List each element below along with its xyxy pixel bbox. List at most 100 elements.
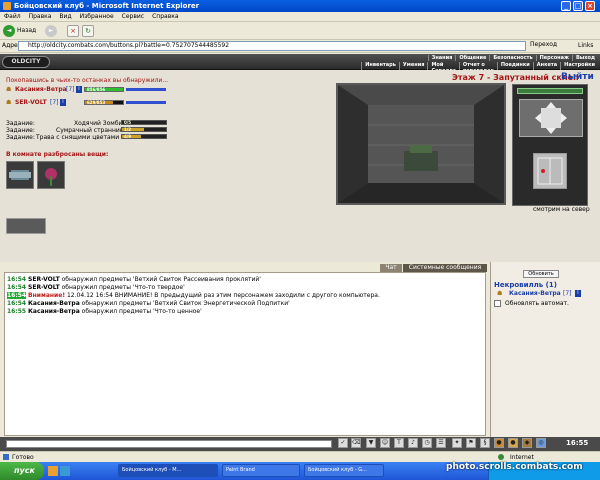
bag-icon[interactable]: ● <box>494 438 504 448</box>
chat-author[interactable]: SER-VOLT <box>28 284 60 291</box>
chat-author[interactable]: SER-VOLT <box>28 276 60 283</box>
exit-link[interactable]: Выйти <box>561 72 594 82</box>
shield-icon[interactable]: ◆ <box>522 438 532 448</box>
tab-system-messages[interactable]: Системные сообщения <box>403 264 487 272</box>
scroll-icon[interactable]: § <box>480 438 490 448</box>
paw-icon[interactable]: ✦ <box>452 438 462 448</box>
player-icon: ☗ <box>497 290 503 297</box>
back-arrow-icon[interactable]: ◄ <box>3 25 15 37</box>
task-progress: 1/2 <box>121 127 167 132</box>
online-panel: Обновить Некровилль (1) ☗ Касания-Ветра … <box>490 262 600 438</box>
smile-icon[interactable]: ☺ <box>380 438 390 448</box>
task-value: 0/5 <box>124 120 132 125</box>
flag-icon[interactable]: ⚑ <box>466 438 476 448</box>
player-name[interactable]: SER-VOLT <box>15 99 47 106</box>
menu-edit[interactable]: Правка <box>25 12 56 21</box>
compass-control[interactable] <box>519 99 583 137</box>
nav-character[interactable]: Персонаж <box>535 55 572 61</box>
counter-badge[interactable] <box>6 218 46 234</box>
maximize-icon[interactable]: □ <box>573 1 583 11</box>
chat-line: 16:54 Внимание! 12.04.12 16:54 ВНИМАНИЕ!… <box>7 292 483 300</box>
chat-log[interactable]: 16:54 SER-VOLT обнаружил предметы 'Ветхи… <box>4 272 486 436</box>
globe-icon[interactable]: ◎ <box>536 438 546 448</box>
chat-text: обнаружил предметы 'Что-то твердое' <box>61 284 185 291</box>
info-icon[interactable]: i <box>60 99 66 106</box>
back-button-label[interactable]: Назад <box>17 25 41 37</box>
player-level: [7] <box>50 99 59 106</box>
chat-text: обнаружил предметы 'Что-то ценное' <box>81 308 202 315</box>
loot-item[interactable] <box>37 161 65 189</box>
menu-file[interactable]: Файл <box>0 12 25 21</box>
menu-tools[interactable]: Сервис <box>118 12 148 21</box>
task-label: Задание: <box>6 127 35 134</box>
menu-help[interactable]: Справка <box>148 12 182 21</box>
map-slider[interactable] <box>517 88 583 94</box>
flower-icon <box>45 168 57 186</box>
info-icon[interactable]: i <box>76 86 82 93</box>
watermark-text: photo.scrolls.combats.com <box>446 462 583 472</box>
close-icon[interactable]: × <box>585 1 595 11</box>
nav-knowledge[interactable]: Знания <box>427 55 456 61</box>
forward-arrow-icon[interactable]: ► <box>45 25 57 37</box>
online-player-name[interactable]: Касания-Ветра <box>509 290 561 297</box>
quicklaunch-icon[interactable] <box>60 466 70 476</box>
send-icon[interactable]: ✓ <box>338 438 348 448</box>
items-heading: В комнате разбросаны вещи: <box>6 151 109 158</box>
chat-time: 16:54 <box>7 284 27 291</box>
status-text: Готово <box>12 454 34 461</box>
player-icon: ☗ <box>6 99 12 106</box>
chat-line: 16:54 SER-VOLT обнаружил предметы 'Что-т… <box>7 284 483 292</box>
chat-author[interactable]: Касания-Ветра <box>28 308 80 315</box>
address-input[interactable]: http://oldcity.combats.com/buttons.pl?ba… <box>18 41 526 51</box>
taskbar-item[interactable]: Бойцовский клуб - M... <box>118 464 218 477</box>
stop-icon[interactable]: × <box>67 25 79 37</box>
oldcity-logo[interactable]: OLDCITY <box>2 56 50 68</box>
refresh-button[interactable]: Обновить <box>523 270 559 278</box>
loot-item[interactable] <box>6 161 34 189</box>
menu-view[interactable]: Вид <box>55 12 75 21</box>
nav-exit[interactable]: Выход <box>571 55 598 61</box>
chat-line: 16:55 Касания-Ветра обнаружил предметы '… <box>7 308 483 316</box>
online-player-level: [7] <box>563 290 572 297</box>
clock-icon[interactable]: ◷ <box>422 438 432 448</box>
loot-intro: Покопавшись в чьих-то останках вы обнару… <box>6 77 169 84</box>
message-input[interactable] <box>6 440 332 448</box>
quicklaunch-icon[interactable] <box>48 466 58 476</box>
dungeon-view[interactable] <box>336 83 506 205</box>
coin-icon[interactable]: ● <box>508 438 518 448</box>
browser-toolbar: ◄ Назад ► × ↻ <box>0 22 600 40</box>
refresh-icon[interactable]: ↻ <box>82 25 94 37</box>
users-icon[interactable]: ☰ <box>436 438 446 448</box>
address-bar: Адрес: http://oldcity.combats.com/button… <box>0 40 600 53</box>
room-title: Некровилль (1) <box>494 281 557 289</box>
filter-icon[interactable]: ▼ <box>366 438 376 448</box>
taskbar-item[interactable]: Бойцовский клуб - G... <box>304 464 384 477</box>
go-button[interactable]: Переход <box>530 41 557 48</box>
player-name[interactable]: Касания-Ветра <box>15 86 67 93</box>
nav-chat[interactable]: Общение <box>455 55 489 61</box>
task-name: Сумрачный странник <box>56 127 124 134</box>
info-icon[interactable]: i <box>575 290 581 297</box>
chat-time: 16:54 <box>7 292 27 299</box>
minimap-grid[interactable] <box>533 153 567 189</box>
taskbar-item[interactable]: Paint Brand <box>222 464 300 477</box>
hp-bar: 629/853 <box>84 100 124 105</box>
start-button[interactable]: пуск <box>0 462 44 480</box>
minimap-panel <box>512 84 588 206</box>
minimize-icon[interactable]: _ <box>561 1 571 11</box>
clear-icon[interactable]: ⌫ <box>351 438 361 448</box>
status-bar: Готово Internet <box>0 451 600 462</box>
chat-alert: Внимание! <box>28 292 66 299</box>
player-level: [7] <box>66 86 75 93</box>
tab-chat[interactable]: Чат <box>380 264 402 272</box>
menu-favorites[interactable]: Избранное <box>76 12 118 21</box>
nav-security[interactable]: Безопасность <box>489 55 535 61</box>
chat-author[interactable]: Касания-Ветра <box>28 300 80 307</box>
auto-refresh-checkbox[interactable] <box>494 300 501 307</box>
translit-icon[interactable]: T <box>394 438 404 448</box>
window-titlebar: Бойцовский клуб - Microsoft Internet Exp… <box>0 0 600 12</box>
sound-icon[interactable]: ♪ <box>408 438 418 448</box>
scroll-icon <box>9 170 31 180</box>
task-value: 4/9 <box>124 134 132 139</box>
links-button[interactable]: Links <box>578 42 593 49</box>
